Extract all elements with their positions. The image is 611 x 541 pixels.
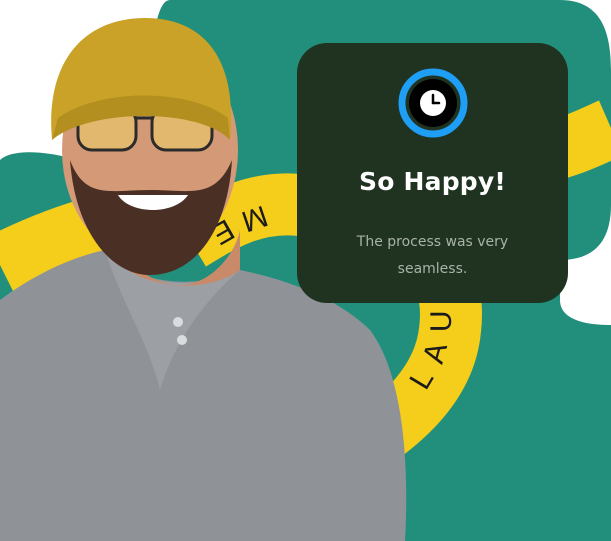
clock-icon [398,68,468,138]
card-title: So Happy! [359,167,506,196]
card-description: The process was very seamless. [356,234,509,277]
testimonial-card: So Happy! The process was very seamless. [297,43,568,303]
testimonial-hero: KEY TO LAUNCHING ME [0,0,611,541]
